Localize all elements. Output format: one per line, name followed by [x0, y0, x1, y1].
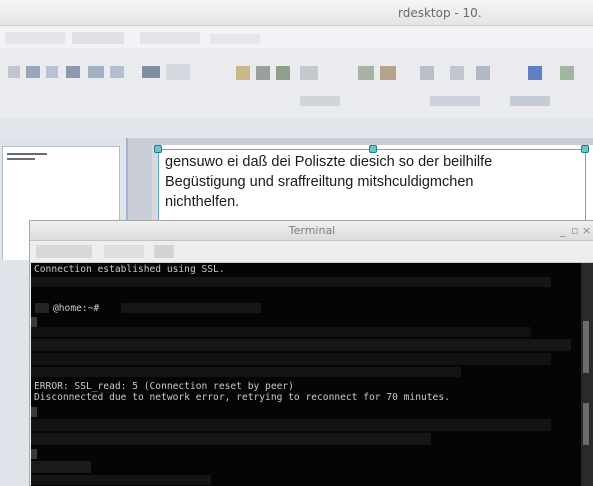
ribbon-icon[interactable]	[166, 64, 190, 80]
ribbon-icon[interactable]	[256, 66, 270, 80]
ribbon-icon[interactable]	[528, 66, 542, 80]
redacted-output	[31, 449, 37, 459]
ribbon-icon[interactable]	[420, 66, 434, 80]
maximize-button[interactable]: ▫	[571, 224, 578, 237]
rdesktop-titlebar: rdesktop - 10.	[0, 0, 593, 26]
ribbon-group-label	[430, 96, 480, 106]
ribbon-icon[interactable]	[300, 66, 318, 80]
ribbon-icon[interactable]	[26, 66, 40, 78]
ribbon-icon[interactable]	[142, 66, 160, 78]
ribbon-icon[interactable]	[88, 66, 104, 78]
ribbon-icon[interactable]	[46, 66, 58, 78]
terminal-line-disconnected: Disconnected due to network error, retry…	[34, 392, 450, 403]
redacted-output	[31, 277, 551, 287]
menu-item-blurred[interactable]	[154, 245, 174, 258]
ribbon-tab-blurred[interactable]	[140, 32, 200, 44]
redacted-output	[31, 327, 531, 337]
scrollbar-thumb[interactable]	[583, 403, 589, 445]
ruler-bar	[0, 118, 593, 138]
ribbon-tab-blurred[interactable]	[72, 32, 124, 44]
redacted-output	[31, 419, 551, 431]
document-text-line: gensuwo ei daß dei Poliszte diesich so d…	[165, 154, 493, 170]
redacted-output	[31, 353, 551, 365]
menu-item-blurred[interactable]	[36, 245, 92, 258]
ribbon-icon[interactable]	[66, 66, 80, 78]
ribbon-icon[interactable]	[276, 66, 290, 80]
redacted-output	[31, 433, 431, 445]
ribbon-icon[interactable]	[476, 66, 490, 80]
terminal-menubar[interactable]	[30, 241, 593, 263]
ribbon-icon[interactable]	[236, 66, 250, 80]
terminal-titlebar[interactable]: Terminal _ ▫ ×	[30, 221, 593, 241]
terminal-line-ssl: Connection established using SSL.	[34, 264, 225, 275]
redacted-output	[31, 317, 37, 327]
terminal-window[interactable]: Terminal _ ▫ × Connection established us…	[29, 220, 593, 486]
terminal-prompt: @home:~#	[53, 303, 100, 314]
terminal-title: Terminal	[288, 224, 336, 237]
menu-item-blurred[interactable]	[104, 245, 144, 258]
ribbon-command-area	[0, 48, 593, 118]
terminal-scrollbar[interactable]	[581, 263, 593, 486]
document-text-line: nichthelfen.	[165, 194, 240, 210]
ribbon-icon[interactable]	[8, 66, 20, 78]
redacted-output	[31, 461, 91, 473]
remote-app-ribbon[interactable]	[0, 26, 593, 138]
redacted-command	[121, 303, 261, 313]
ribbon-icon[interactable]	[358, 66, 374, 80]
thumbnail-text-line	[7, 158, 35, 160]
minimize-button[interactable]: _	[560, 224, 566, 237]
redacted-output	[31, 475, 211, 485]
ribbon-icon[interactable]	[110, 66, 124, 78]
redacted-output	[31, 339, 571, 351]
ribbon-group-label	[300, 96, 340, 106]
ribbon-group-label	[510, 96, 550, 106]
ribbon-tab-blurred[interactable]	[5, 32, 65, 44]
ribbon-tab-blurred[interactable]	[210, 34, 260, 44]
terminal-output[interactable]: Connection established using SSL. @home:…	[31, 263, 581, 486]
left-side-panel	[0, 260, 29, 486]
terminal-line-error: ERROR: SSL_read: 5 (Connection reset by …	[34, 381, 294, 392]
ribbon-icon[interactable]	[450, 66, 464, 80]
redacted-output	[31, 367, 461, 377]
close-button[interactable]: ×	[582, 224, 591, 237]
resize-handle-top-left[interactable]	[154, 145, 162, 153]
rdesktop-window-title: rdesktop - 10.	[398, 6, 482, 20]
scrollbar-thumb[interactable]	[583, 321, 589, 373]
redacted-output	[31, 407, 37, 417]
document-paragraph[interactable]: gensuwo ei daß dei Poliszte diesich so d…	[165, 152, 585, 212]
document-text-line: Begüstigung und sraffreiltung mitshculdi…	[165, 174, 474, 190]
thumbnail-text-line	[7, 153, 47, 155]
ribbon-icon[interactable]	[380, 66, 396, 80]
redacted-username	[35, 303, 49, 313]
ribbon-icon[interactable]	[560, 66, 574, 80]
